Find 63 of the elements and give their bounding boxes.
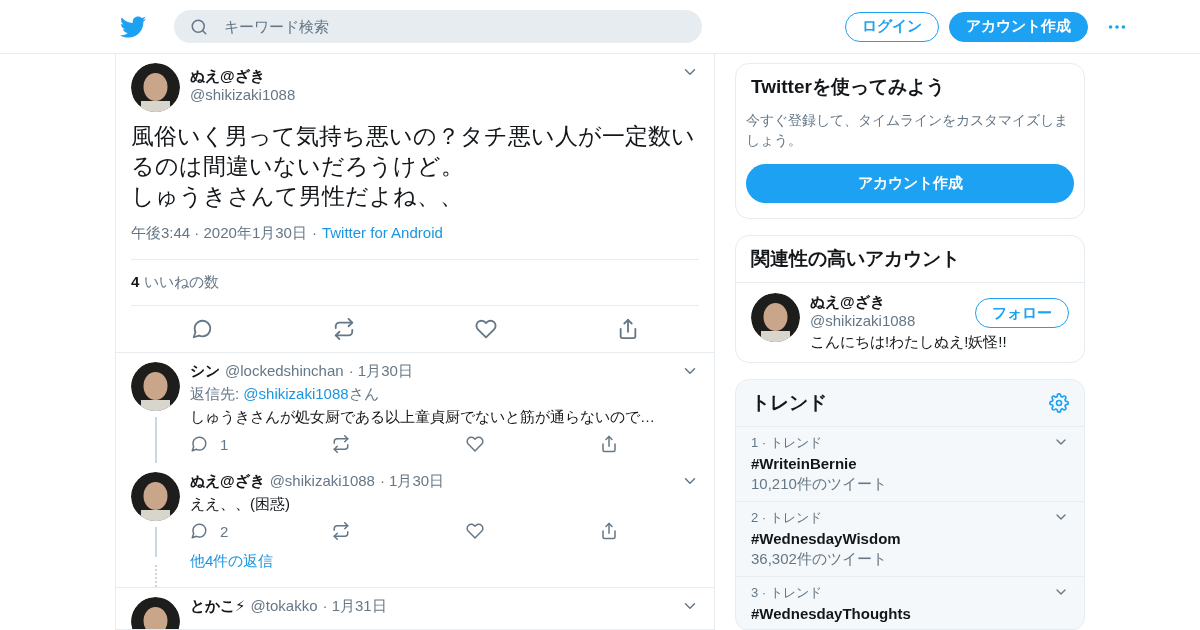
like-icon[interactable] [466, 522, 485, 540]
author-name[interactable]: ぬえ@ざき [190, 472, 265, 491]
likes-count[interactable]: 4 いいねの数 [131, 260, 699, 306]
avatar[interactable] [131, 362, 180, 411]
account-name[interactable]: ぬえ@ざき [810, 293, 916, 312]
card-text: 今すぐ登録して、タイムラインをカスタマイズしましょう。 [745, 111, 1069, 150]
trend-meta: 2 · トレンド [751, 509, 823, 527]
reply-date[interactable]: · 1月30日 [348, 362, 413, 381]
trend-count: 36,302件のツイート [751, 550, 888, 569]
tweet-time: 午後3:44 · 2020年1月30日 [131, 224, 307, 243]
card-title: Twitterを使ってみよう [751, 75, 945, 99]
reply-text: ええ、、(困惑) [190, 494, 291, 514]
author-handle[interactable]: @tokakko [250, 597, 318, 614]
avatar[interactable] [131, 63, 180, 112]
search-field[interactable]: キーワード検索 [222, 17, 686, 36]
like-icon[interactable] [466, 435, 485, 453]
mention-link[interactable]: @shikizaki1088 [243, 385, 349, 402]
author-handle[interactable]: @shikizaki1088 [269, 472, 375, 489]
reply-text: しゅうきさんが処女厨である以上童貞厨でないと筋が通らないので… [190, 407, 656, 427]
follow-button[interactable]: フォロー [975, 298, 1069, 328]
retweet-icon[interactable] [333, 318, 355, 340]
reply-to-text: 返信先: @shikizaki1088さん [190, 384, 380, 404]
account-handle[interactable]: @shikizaki1088 [810, 312, 916, 329]
login-button[interactable]: ログイン [845, 11, 939, 42]
card-title: トレンド [751, 391, 827, 415]
reply-count: 1 [220, 435, 229, 453]
reply-icon[interactable] [190, 435, 208, 453]
signup-button[interactable]: アカウント作成 [949, 11, 1088, 42]
author-name[interactable]: ぬえ@ざき [190, 67, 296, 86]
avatar[interactable] [751, 293, 800, 342]
more-replies-link[interactable]: 他4件の返信 [190, 542, 699, 579]
reply-date[interactable]: · 1月30日 [379, 472, 445, 491]
search-icon [190, 17, 208, 36]
trend-count: 10,210件のツイート [751, 475, 887, 494]
trend-meta: 1 · トレンド [751, 434, 823, 452]
share-icon[interactable] [599, 522, 618, 540]
card-title: 関連性の高いアカウント [751, 247, 960, 271]
share-icon[interactable] [599, 435, 618, 453]
separator-dot: · [311, 224, 317, 243]
signup-button[interactable]: アカウント作成 [746, 164, 1074, 203]
reply-date[interactable]: · 1月31日 [322, 597, 387, 616]
source-link[interactable]: Twitter for Android [321, 224, 443, 243]
account-bio: こんにちは!わたしぬえ!妖怪!! [810, 332, 1008, 352]
search-field[interactable]: キーワード検索 [174, 10, 702, 43]
trend-tag[interactable]: #WriteinBernie [751, 455, 887, 472]
avatar[interactable] [131, 472, 180, 521]
reply-icon[interactable] [190, 522, 208, 540]
thread-dots [154, 565, 157, 587]
settings-icon[interactable] [1049, 393, 1069, 413]
trend-tag[interactable]: #WednesdayThoughts [751, 605, 911, 622]
trend-tag[interactable]: #WednesdayWisdom [751, 530, 901, 547]
share-icon[interactable] [617, 318, 639, 340]
tweet-text: 風俗いく男って気持ち悪いの？タチ悪い人が一定数い るのは間違いないだろうけど。 しゅうきさんて男性だよね、、 [131, 123, 696, 211]
author-handle[interactable]: @shikizaki1088 [190, 86, 296, 103]
reply-count: 2 [220, 522, 229, 540]
author-handle[interactable]: @lockedshinchan [225, 362, 344, 379]
reply-icon[interactable] [191, 318, 213, 340]
author-name[interactable]: とかこ⚡ [190, 597, 246, 616]
retweet-icon[interactable] [332, 522, 351, 540]
retweet-icon[interactable] [332, 435, 351, 453]
trend-meta: 3 · トレンド [751, 584, 823, 602]
like-icon[interactable] [475, 318, 497, 340]
author-name[interactable]: シン [190, 362, 220, 381]
